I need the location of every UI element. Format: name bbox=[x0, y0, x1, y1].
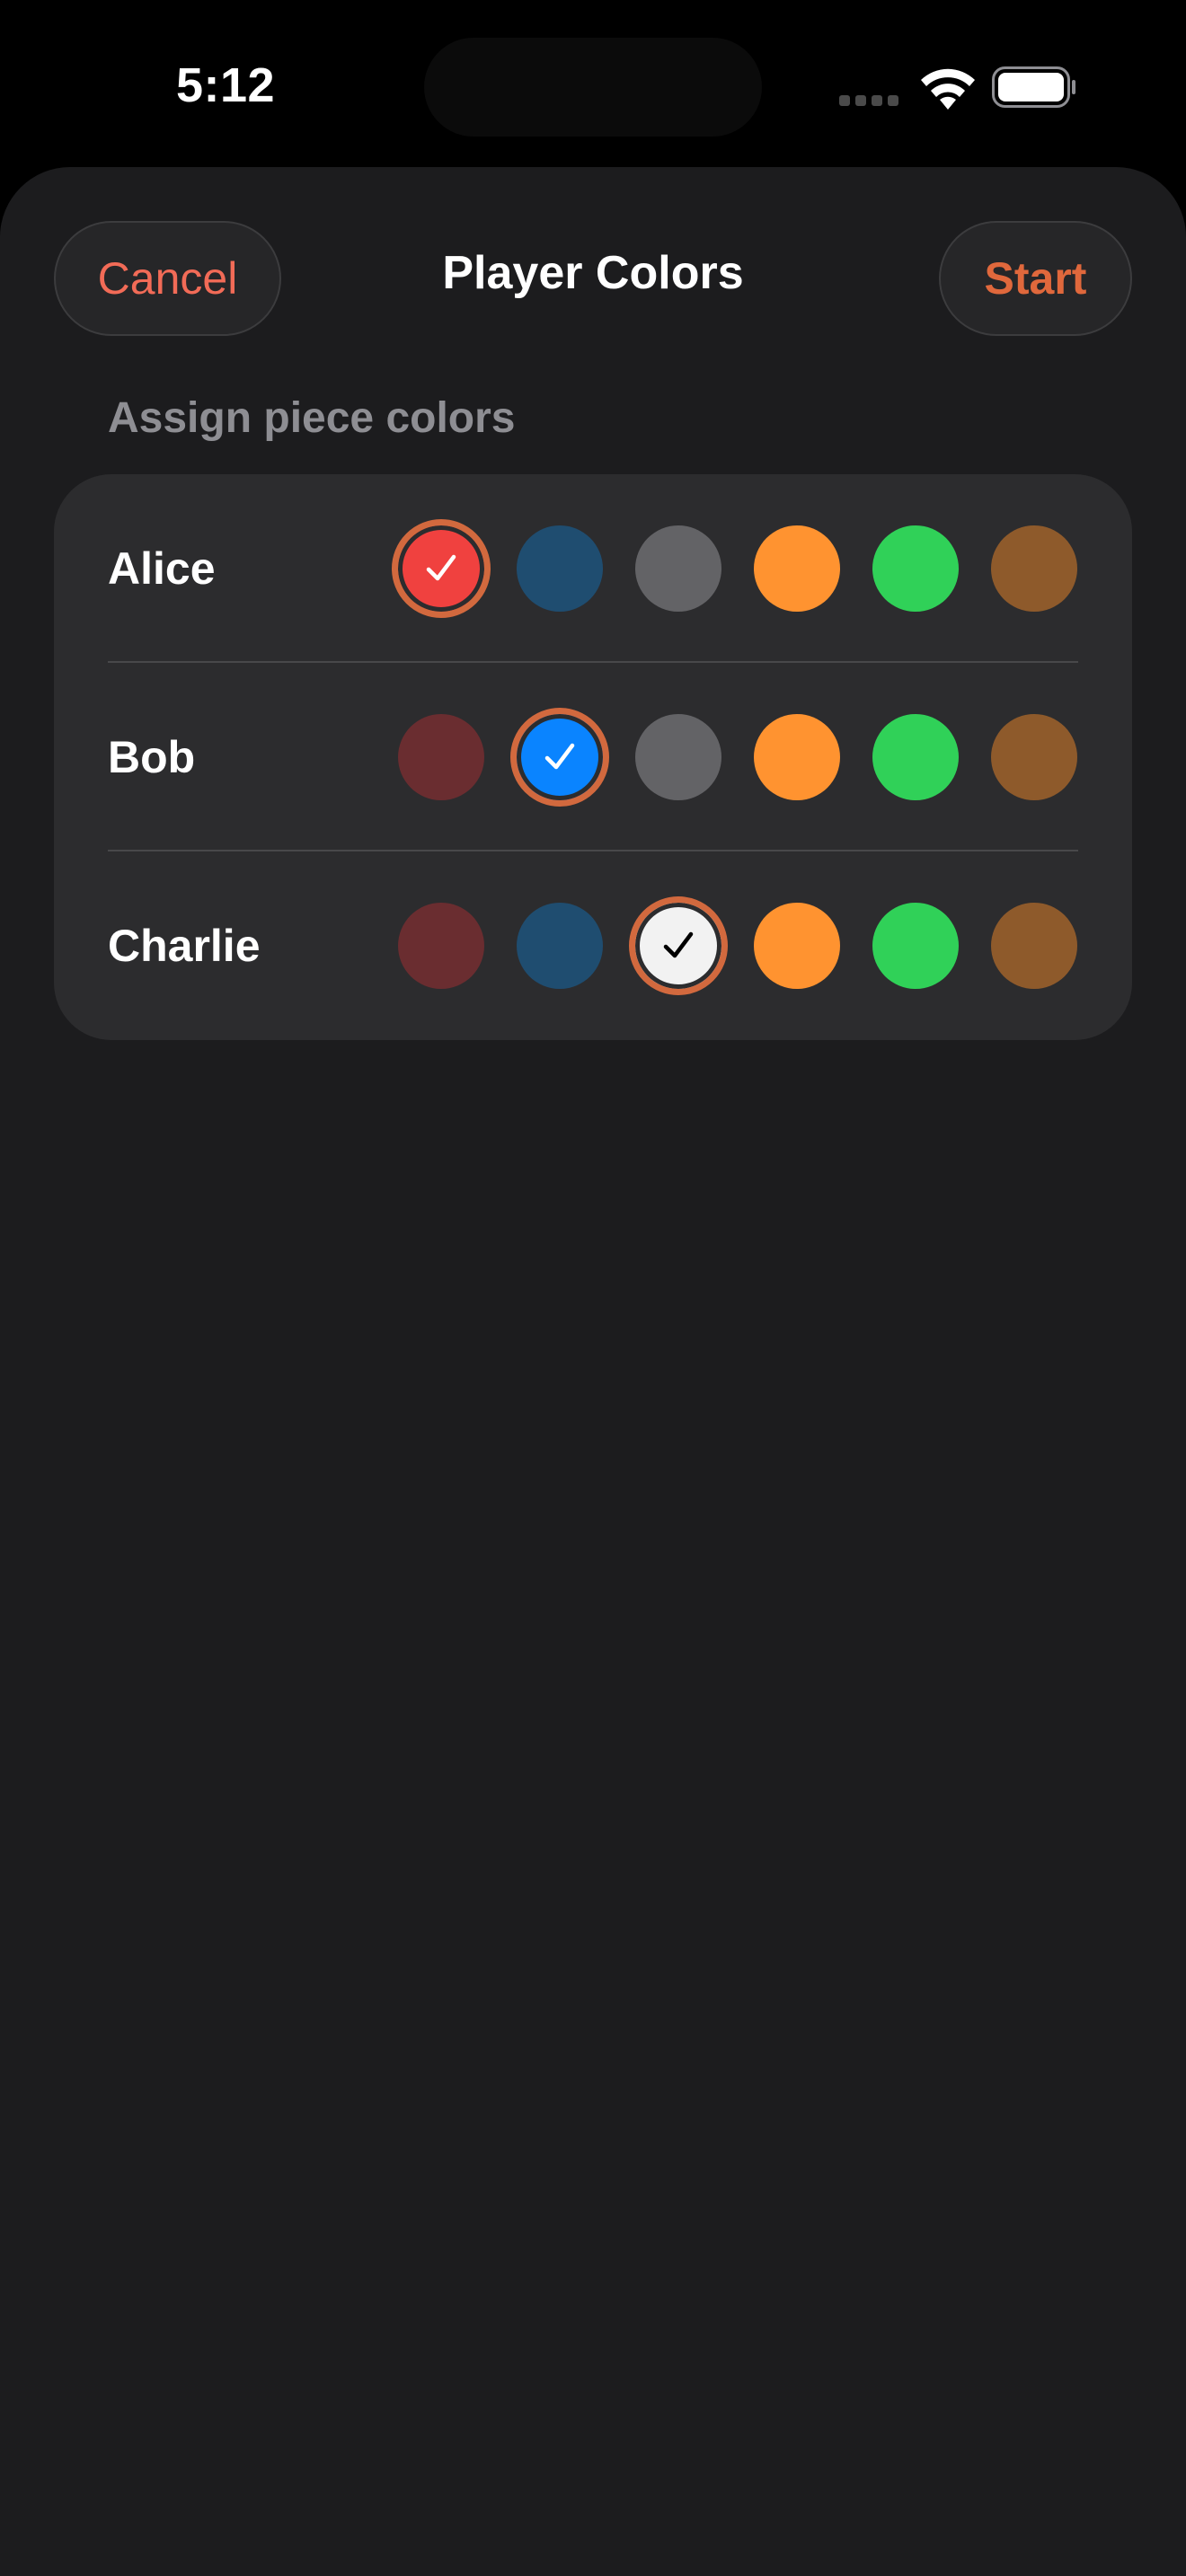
checkmark-icon bbox=[544, 743, 575, 770]
cellular-signal-icon bbox=[839, 95, 900, 106]
color-swatch[interactable] bbox=[991, 714, 1077, 800]
color-swatch[interactable] bbox=[517, 525, 603, 612]
cancel-button[interactable]: Cancel bbox=[54, 221, 281, 336]
color-swatch[interactable] bbox=[510, 708, 609, 807]
color-swatch[interactable] bbox=[872, 903, 959, 989]
sheet-title: Player Colors bbox=[442, 247, 744, 299]
wifi-icon bbox=[918, 65, 978, 110]
color-swatch[interactable] bbox=[872, 525, 959, 612]
color-swatch[interactable] bbox=[517, 903, 603, 989]
status-time: 5:12 bbox=[176, 58, 276, 112]
player-row: Charlie bbox=[54, 851, 1132, 1040]
status-bar: 5:12 bbox=[0, 0, 1186, 171]
color-swatch[interactable] bbox=[392, 519, 491, 618]
color-swatch[interactable] bbox=[754, 714, 840, 800]
player-color-list: Alice Bob Charlie bbox=[54, 474, 1132, 1040]
app-screen: 5:12 Cancel Player Colors Start Assign p… bbox=[0, 0, 1186, 2576]
dynamic-island bbox=[424, 38, 762, 137]
color-swatch[interactable] bbox=[991, 903, 1077, 989]
color-swatch[interactable] bbox=[398, 903, 484, 989]
color-swatch[interactable] bbox=[635, 714, 721, 800]
player-colors-sheet: Cancel Player Colors Start Assign piece … bbox=[0, 167, 1186, 2576]
color-swatch-group bbox=[54, 663, 1132, 851]
color-swatch-group bbox=[54, 851, 1132, 1040]
color-swatch-group bbox=[54, 474, 1132, 663]
player-row: Bob bbox=[54, 663, 1132, 851]
checkmark-icon bbox=[663, 931, 694, 958]
section-header: Assign piece colors bbox=[108, 394, 516, 442]
color-swatch[interactable] bbox=[872, 714, 959, 800]
start-button[interactable]: Start bbox=[939, 221, 1132, 336]
checkmark-icon bbox=[426, 554, 456, 581]
battery-icon bbox=[992, 66, 1076, 108]
color-swatch[interactable] bbox=[754, 525, 840, 612]
color-swatch[interactable] bbox=[991, 525, 1077, 612]
color-swatch[interactable] bbox=[635, 525, 721, 612]
player-row: Alice bbox=[54, 474, 1132, 663]
color-swatch[interactable] bbox=[629, 896, 728, 995]
color-swatch[interactable] bbox=[754, 903, 840, 989]
color-swatch[interactable] bbox=[398, 714, 484, 800]
